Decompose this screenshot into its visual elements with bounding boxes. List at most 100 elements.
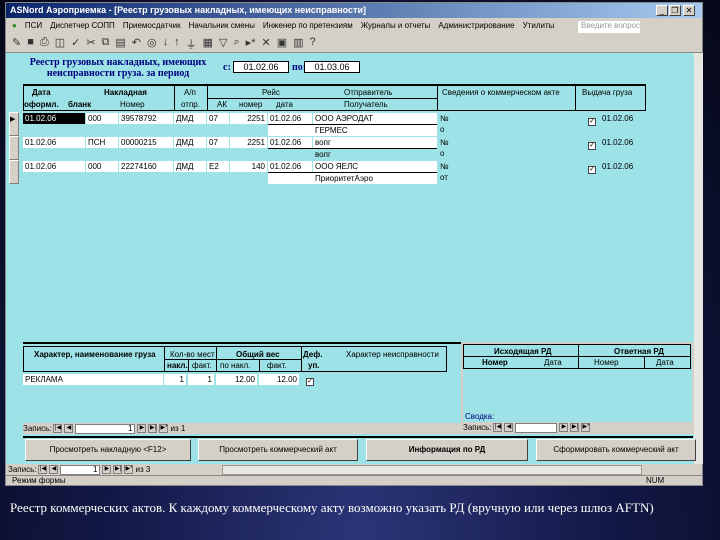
table-row[interactable]: ▶ 01.02.06 000 39578792 ДМД 07 2251 01.02.06 ООО… (6, 112, 694, 136)
next-record-button[interactable]: ▶ (137, 424, 147, 433)
cell-blank[interactable]: ПСН (86, 137, 118, 148)
vertical-scrollbar[interactable] (694, 53, 703, 464)
table-row[interactable]: 01.02.06 ПСН 00000215 ДМД 07 2251 01.02.06 вопг… (6, 136, 694, 160)
record-number-input[interactable] (515, 422, 558, 433)
cell-fdate[interactable]: 01.02.06 (268, 113, 312, 124)
cargo-weight-f[interactable]: 12.00 (259, 374, 299, 385)
def-checkbox[interactable]: ✓ (306, 378, 314, 386)
cell-date[interactable]: 01.02.06 (23, 161, 85, 172)
record-number-input[interactable]: 1 (60, 464, 101, 475)
sort-asc-icon[interactable]: ↓ (163, 36, 169, 50)
record-selector[interactable]: ▶ (9, 112, 19, 136)
menu-shift-chief[interactable]: Начальник смены (189, 21, 255, 31)
table-row[interactable]: 01.02.06 000 22274160 ДМД Е2 140 01.02.06 ООО Я… (6, 160, 694, 184)
issued-checkbox[interactable]: ✓ (588, 118, 596, 126)
first-record-button[interactable]: |◀ (38, 465, 48, 474)
date-from-field[interactable]: 01.02.06 (233, 61, 289, 73)
cell-sender[interactable]: вопг (313, 137, 437, 148)
cell-ap[interactable]: ДМД (174, 161, 206, 172)
undo-icon[interactable]: ↶ (132, 36, 141, 50)
cell-date[interactable]: 01.02.06 (23, 137, 85, 148)
cargo-count-w[interactable]: 1 (164, 374, 186, 385)
new-object-icon[interactable]: ▥ (293, 36, 303, 50)
cell-blank[interactable]: 000 (86, 161, 118, 172)
date-to-field[interactable]: 01.03.06 (304, 61, 360, 73)
cell-ap[interactable]: ДМД (174, 113, 206, 124)
record-selector[interactable] (9, 160, 19, 184)
prev-record-button[interactable]: ◀ (49, 465, 59, 474)
copy-icon[interactable]: ⧉ (102, 36, 110, 50)
paste-icon[interactable]: ▤ (115, 36, 125, 50)
prev-record-button[interactable]: ◀ (64, 424, 74, 433)
menu-utilities[interactable]: Утилиты (523, 21, 555, 31)
view-act-button[interactable]: Просмотреть коммерческий акт (198, 439, 358, 461)
hyperlink-icon[interactable]: ◎ (147, 36, 157, 50)
new-record-button[interactable]: ▶* (124, 465, 134, 474)
last-record-button[interactable]: ▶| (148, 424, 158, 433)
last-record-button[interactable]: ▶| (113, 465, 123, 474)
record-number-input[interactable]: 1 (75, 423, 136, 434)
filter-form-icon[interactable]: ▦ (203, 36, 213, 50)
record-selector[interactable] (9, 136, 19, 160)
menu-psi[interactable]: ПСИ (25, 21, 42, 31)
cell-receiver[interactable]: ПриоритетАэро (268, 172, 437, 184)
ask-question-input[interactable]: Введите вопрос (578, 21, 640, 33)
next-record-button[interactable]: ▶ (102, 465, 112, 474)
spell-icon[interactable]: ✓ (71, 36, 80, 50)
cell-number[interactable]: 22274160 (119, 161, 173, 172)
cell-ak[interactable]: 07 (207, 113, 229, 124)
cell-fdate[interactable]: 01.02.06 (268, 161, 312, 172)
cell-ak[interactable]: 07 (207, 137, 229, 148)
menu-receiver[interactable]: Приемосдатчик (123, 21, 181, 31)
rd-info-button[interactable]: Информация по РД (366, 439, 528, 461)
delete-record-icon[interactable]: ✕ (261, 36, 270, 50)
first-record-button[interactable]: |◀ (493, 423, 503, 432)
prev-record-button[interactable]: ◀ (504, 423, 514, 432)
find-icon[interactable]: ⌕ (234, 36, 240, 50)
cell-number[interactable]: 00000215 (119, 137, 173, 148)
cell-date[interactable]: 01.02.06 (23, 113, 85, 124)
menu-admin[interactable]: Администрирование (438, 21, 514, 31)
new-record-button[interactable]: ▶* (581, 423, 591, 432)
cell-sender[interactable]: ООО АЭРОДАТ (313, 113, 437, 124)
design-icon[interactable]: ✎ (12, 36, 21, 50)
save-icon[interactable]: ■ (27, 36, 34, 50)
cell-ak[interactable]: Е2 (207, 161, 229, 172)
minimize-button[interactable]: _ (656, 5, 668, 16)
filter-icon[interactable]: ⏚ (186, 36, 197, 51)
maximize-button[interactable]: ❐ (669, 5, 681, 16)
cell-fnum[interactable]: 2251 (230, 113, 267, 124)
cell-receiver[interactable]: ГЕРМЕС (268, 124, 437, 136)
cell-fdate[interactable]: 01.02.06 (268, 137, 312, 148)
issued-checkbox[interactable]: ✓ (588, 166, 596, 174)
cell-receiver[interactable]: вопг (268, 148, 437, 160)
cut-icon[interactable]: ✂ (86, 36, 95, 50)
cell-ap[interactable]: ДМД (174, 137, 206, 148)
cell-fnum[interactable]: 140 (230, 161, 267, 172)
new-record-button[interactable]: ▶* (159, 424, 169, 433)
last-record-button[interactable]: ▶| (570, 423, 580, 432)
new-record-icon[interactable]: ▸* (246, 36, 256, 50)
view-waybill-button[interactable]: Просмотреть накладную <F12> (25, 439, 191, 461)
apply-filter-icon[interactable]: ▽ (219, 36, 227, 50)
cargo-row[interactable]: РЕКЛАМА 1 1 12.00 12.00 ✓ (23, 374, 447, 386)
menu-dispatcher[interactable]: Диспетчер СОПП (50, 21, 115, 31)
create-act-button[interactable]: Сформировать коммерческий акт (536, 439, 696, 461)
next-record-button[interactable]: ▶ (559, 423, 569, 432)
cargo-nature[interactable]: РЕКЛАМА (23, 374, 163, 385)
preview-icon[interactable]: ◫ (55, 36, 65, 50)
first-record-button[interactable]: |◀ (53, 424, 63, 433)
close-button[interactable]: ✕ (683, 5, 695, 16)
cargo-count-f[interactable]: 1 (188, 374, 214, 385)
sort-desc-icon[interactable]: ↑ (174, 36, 180, 50)
cargo-weight-w[interactable]: 12.00 (216, 374, 257, 385)
cell-blank[interactable]: 000 (86, 113, 118, 124)
db-window-icon[interactable]: ▣ (277, 36, 287, 50)
issued-checkbox[interactable]: ✓ (588, 142, 596, 150)
print-icon[interactable]: ⎙ (40, 36, 49, 50)
cell-sender[interactable]: ООО ЯЕЛС (313, 161, 437, 172)
cell-fnum[interactable]: 2251 (230, 137, 267, 148)
help-icon[interactable]: ? (310, 36, 316, 50)
cell-number[interactable]: 39578792 (119, 113, 173, 124)
horizontal-scrollbar[interactable] (222, 464, 643, 475)
